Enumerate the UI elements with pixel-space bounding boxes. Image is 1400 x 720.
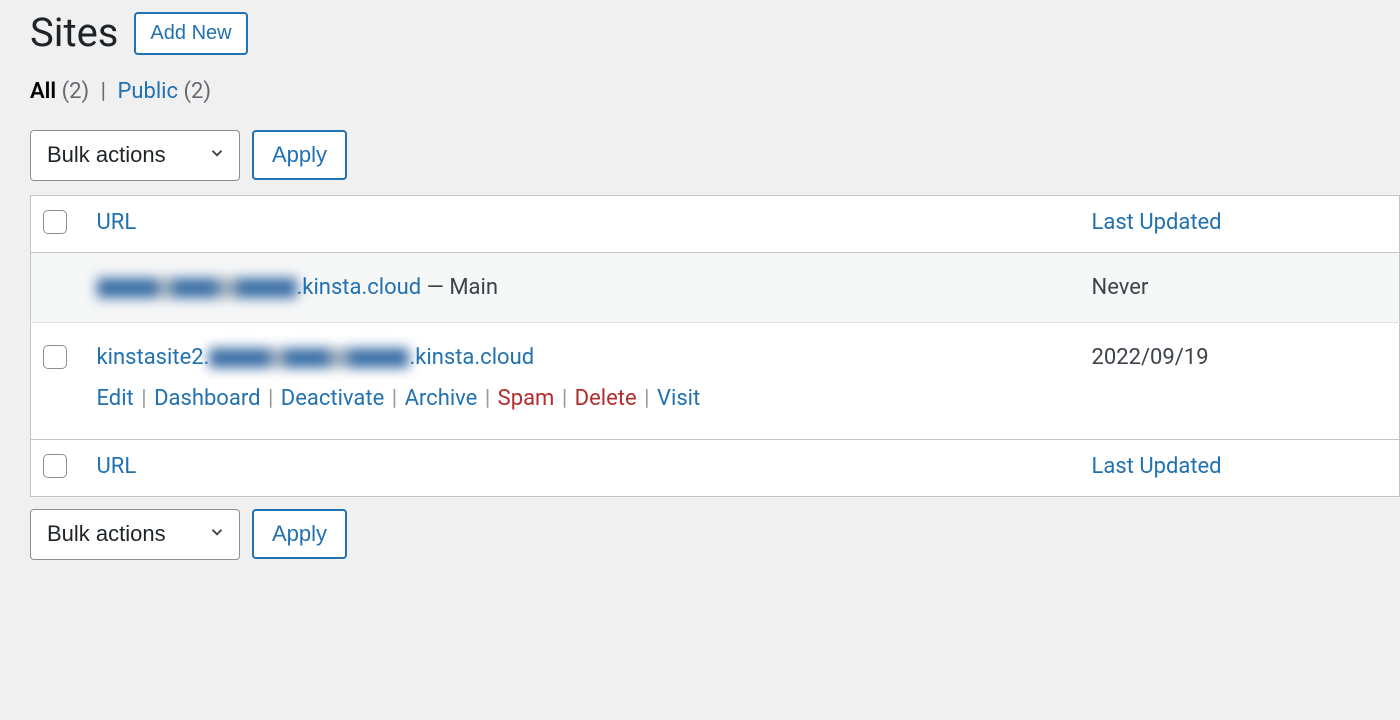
table-row: kinstasite2. .kinsta.cloud Edit | Dashboa… [31, 322, 1400, 439]
filter-all-label: All [30, 79, 56, 104]
site-domain-suffix: .kinsta.cloud [409, 345, 534, 370]
apply-button-bottom[interactable]: Apply [252, 509, 347, 559]
last-updated-cell: Never [1080, 252, 1400, 322]
tablenav-top: Bulk actions Apply [0, 118, 1400, 195]
column-url[interactable]: URL [85, 195, 1080, 252]
filter-public-count: (2) [184, 79, 212, 104]
column-last-updated-label: Last Updated [1092, 210, 1222, 235]
filter-all-count: (2) [62, 79, 90, 104]
column-url-label: URL [97, 210, 137, 235]
column-url-footer[interactable]: URL [85, 439, 1080, 496]
bulk-actions-select-bottom[interactable]: Bulk actions [30, 509, 240, 560]
tablenav-bottom: Bulk actions Apply [0, 497, 1400, 574]
bulk-actions-select[interactable]: Bulk actions [30, 130, 240, 181]
filter-all[interactable]: All (2) [30, 79, 95, 104]
filter-public-label: Public [117, 79, 178, 104]
select-all-checkbox[interactable] [43, 210, 67, 234]
action-archive[interactable]: Archive [405, 386, 478, 411]
main-site-flag: — Main [427, 275, 498, 300]
action-delete[interactable]: Delete [575, 386, 637, 411]
column-last-updated[interactable]: Last Updated [1080, 195, 1400, 252]
column-url-label: URL [97, 454, 137, 479]
column-last-updated-label: Last Updated [1092, 454, 1222, 479]
filter-subnav: All (2) | Public (2) [0, 61, 1400, 118]
site-url[interactable]: kinstasite2. .kinsta.cloud [97, 345, 535, 370]
site-url[interactable]: .kinsta.cloud [97, 275, 427, 300]
action-edit[interactable]: Edit [97, 386, 134, 411]
action-spam[interactable]: Spam [498, 386, 555, 411]
column-checkbox [31, 195, 85, 252]
row-checkbox[interactable] [43, 345, 67, 369]
redacted-text [209, 348, 409, 368]
row-actions: Edit | Dashboard | Deactivate | Archive … [97, 380, 1068, 417]
filter-separator: | [101, 79, 106, 104]
page-title: Sites [30, 9, 118, 57]
last-updated-cell: 2022/09/19 [1080, 322, 1400, 439]
column-last-updated-footer[interactable]: Last Updated [1080, 439, 1400, 496]
select-all-checkbox-footer[interactable] [43, 454, 67, 478]
action-dashboard[interactable]: Dashboard [154, 386, 260, 411]
apply-button-top[interactable]: Apply [252, 130, 347, 180]
action-deactivate[interactable]: Deactivate [281, 386, 384, 411]
site-domain-prefix: kinstasite2. [97, 345, 210, 370]
redacted-text [97, 278, 297, 298]
table-row: .kinsta.cloud — Main Never [31, 252, 1400, 322]
action-visit[interactable]: Visit [657, 386, 700, 411]
filter-public[interactable]: Public (2) [117, 79, 211, 104]
add-new-button[interactable]: Add New [134, 12, 247, 55]
sites-table: URL Last Updated .kinsta.cloud — Main [30, 195, 1400, 497]
site-domain-suffix: .kinsta.cloud [297, 275, 422, 300]
column-checkbox-footer [31, 439, 85, 496]
